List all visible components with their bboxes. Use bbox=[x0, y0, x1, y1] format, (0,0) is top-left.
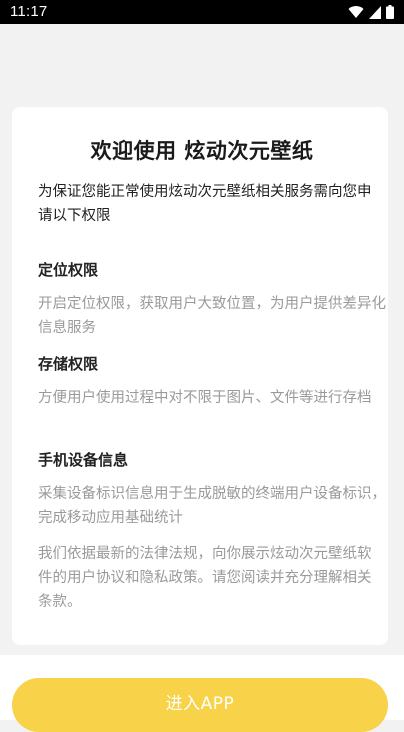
privacy-notice: 我们依据最新的法律法规，向你展示炫动次元壁纸软件的用户协议和隐私政策。请您阅读并… bbox=[38, 546, 372, 610]
storage-permission-description: 方便用户使用过程中对不限于图片、文件等进行存档 bbox=[38, 390, 372, 406]
status-time: 11:17 bbox=[10, 3, 48, 20]
dialog-title: 欢迎使用 炫动次元壁纸 bbox=[90, 139, 314, 163]
location-permission-description: 开启定位权限，获取用户大致位置，为用户提供差异化信息服务 bbox=[38, 296, 386, 336]
cell-signal-icon bbox=[369, 5, 381, 19]
status-bar: 11:17 bbox=[0, 0, 404, 24]
device-info-heading: 手机设备信息 bbox=[38, 451, 129, 469]
enter-app-button[interactable]: 进入APP bbox=[12, 678, 388, 732]
wifi-icon bbox=[348, 6, 364, 19]
dialog-intro: 为保证您能正常使用炫动次元壁纸相关服务需向您申请以下权限 bbox=[38, 184, 372, 224]
battery-icon bbox=[386, 5, 394, 19]
storage-permission-heading: 存储权限 bbox=[38, 355, 99, 373]
status-icons bbox=[348, 4, 394, 20]
device-info-description: 采集设备标识信息用于生成脱敏的终端用户设备标识，完成移动应用基础统计 bbox=[38, 486, 386, 526]
location-permission-heading: 定位权限 bbox=[38, 261, 99, 279]
